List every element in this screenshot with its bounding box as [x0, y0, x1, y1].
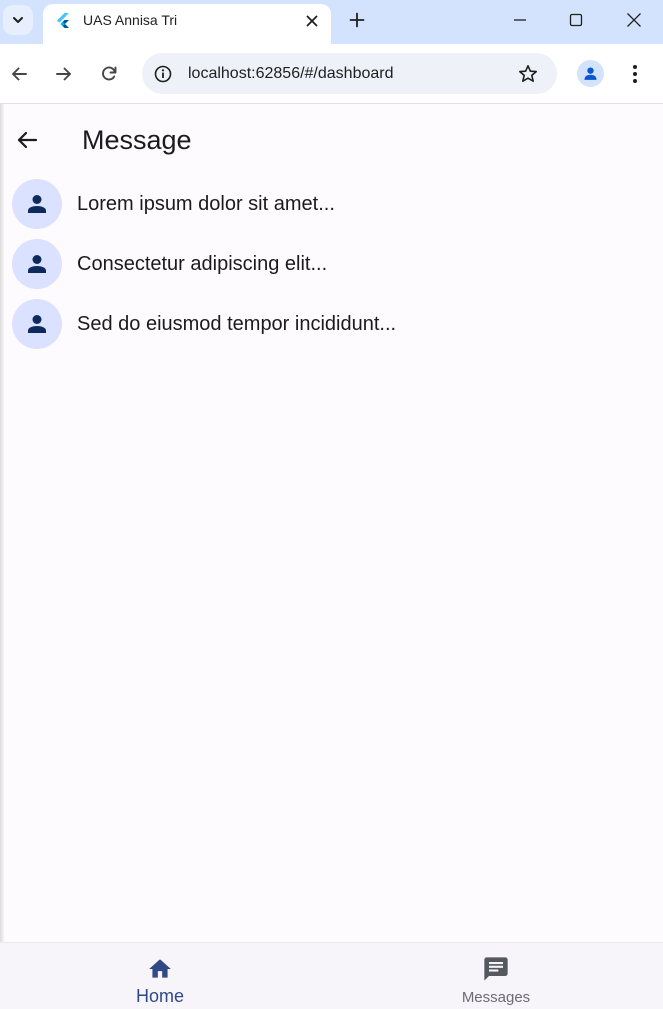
star-icon: [519, 65, 537, 82]
appbar-back-button[interactable]: [13, 126, 41, 154]
tab-title: UAS Annisa Tri: [83, 12, 178, 28]
nav-label-messages: Messages: [461, 989, 531, 1006]
maximize-icon: [569, 13, 583, 27]
app-page: Message Lorem ipsum dolor sit amet... Co…: [0, 104, 663, 1009]
tab-close-button[interactable]: [302, 11, 322, 31]
address-bar[interactable]: localhost:62856/#/dashboard: [142, 53, 557, 94]
person-icon: [28, 315, 46, 333]
message-list-item[interactable]: Sed do eiusmod tempor incididunt...: [12, 299, 652, 351]
nav-item-messages[interactable]: Messages: [396, 943, 596, 1009]
tab-search-button[interactable]: [3, 5, 33, 35]
back-button[interactable]: [7, 62, 31, 86]
new-tab-button[interactable]: [345, 8, 369, 32]
person-icon: [584, 67, 597, 80]
window-close-button[interactable]: [622, 8, 646, 32]
reload-icon: [102, 66, 117, 81]
avatar: [12, 239, 62, 289]
flutter-logo-icon: [57, 13, 69, 28]
minimize-icon: [514, 19, 526, 21]
chevron-down-icon: [13, 17, 23, 23]
arrow-right-icon: [56, 67, 71, 81]
browser-window: UAS Annisa Tri localhost:62856/#/dashboa…: [0, 0, 663, 1009]
nav-item-home[interactable]: Home: [60, 943, 260, 1009]
reload-button[interactable]: [97, 62, 121, 86]
message-preview: Lorem ipsum dolor sit amet...: [77, 193, 335, 215]
message-list-item[interactable]: Lorem ipsum dolor sit amet...: [12, 179, 652, 231]
tab-strip: UAS Annisa Tri: [0, 0, 663, 44]
browser-toolbar: localhost:62856/#/dashboard: [0, 44, 663, 104]
site-info-button[interactable]: [152, 63, 174, 85]
avatar: [12, 179, 62, 229]
maximize-button[interactable]: [564, 8, 588, 32]
message-preview: Consectetur adipiscing elit...: [77, 253, 328, 275]
message-preview: Sed do eiusmod tempor incididunt...: [77, 313, 397, 335]
url-text[interactable]: localhost:62856/#/dashboard: [188, 64, 394, 84]
minimize-button[interactable]: [508, 8, 532, 32]
nav-label-home: Home: [135, 986, 184, 1006]
kebab-menu-icon: [633, 65, 637, 83]
bookmark-button[interactable]: [516, 62, 540, 86]
arrow-left-icon: [17, 131, 38, 149]
person-icon: [28, 255, 46, 273]
close-icon: [627, 13, 641, 27]
bottom-navigation-bar: Home Messages: [0, 942, 663, 1009]
chat-icon: [482, 955, 510, 983]
page-title: Message: [82, 125, 192, 155]
info-icon: [154, 65, 172, 83]
close-icon: [306, 15, 318, 27]
profile-button[interactable]: [577, 60, 604, 87]
browser-tab[interactable]: UAS Annisa Tri: [43, 4, 331, 44]
person-icon: [28, 195, 46, 213]
plus-icon: [349, 12, 365, 28]
avatar: [12, 299, 62, 349]
window-edge-shadow: [0, 104, 4, 1009]
home-icon: [146, 955, 174, 983]
message-list-item[interactable]: Consectetur adipiscing elit...: [12, 239, 652, 291]
browser-menu-button[interactable]: [623, 62, 647, 86]
arrow-left-icon: [12, 67, 27, 81]
forward-button[interactable]: [52, 62, 76, 86]
